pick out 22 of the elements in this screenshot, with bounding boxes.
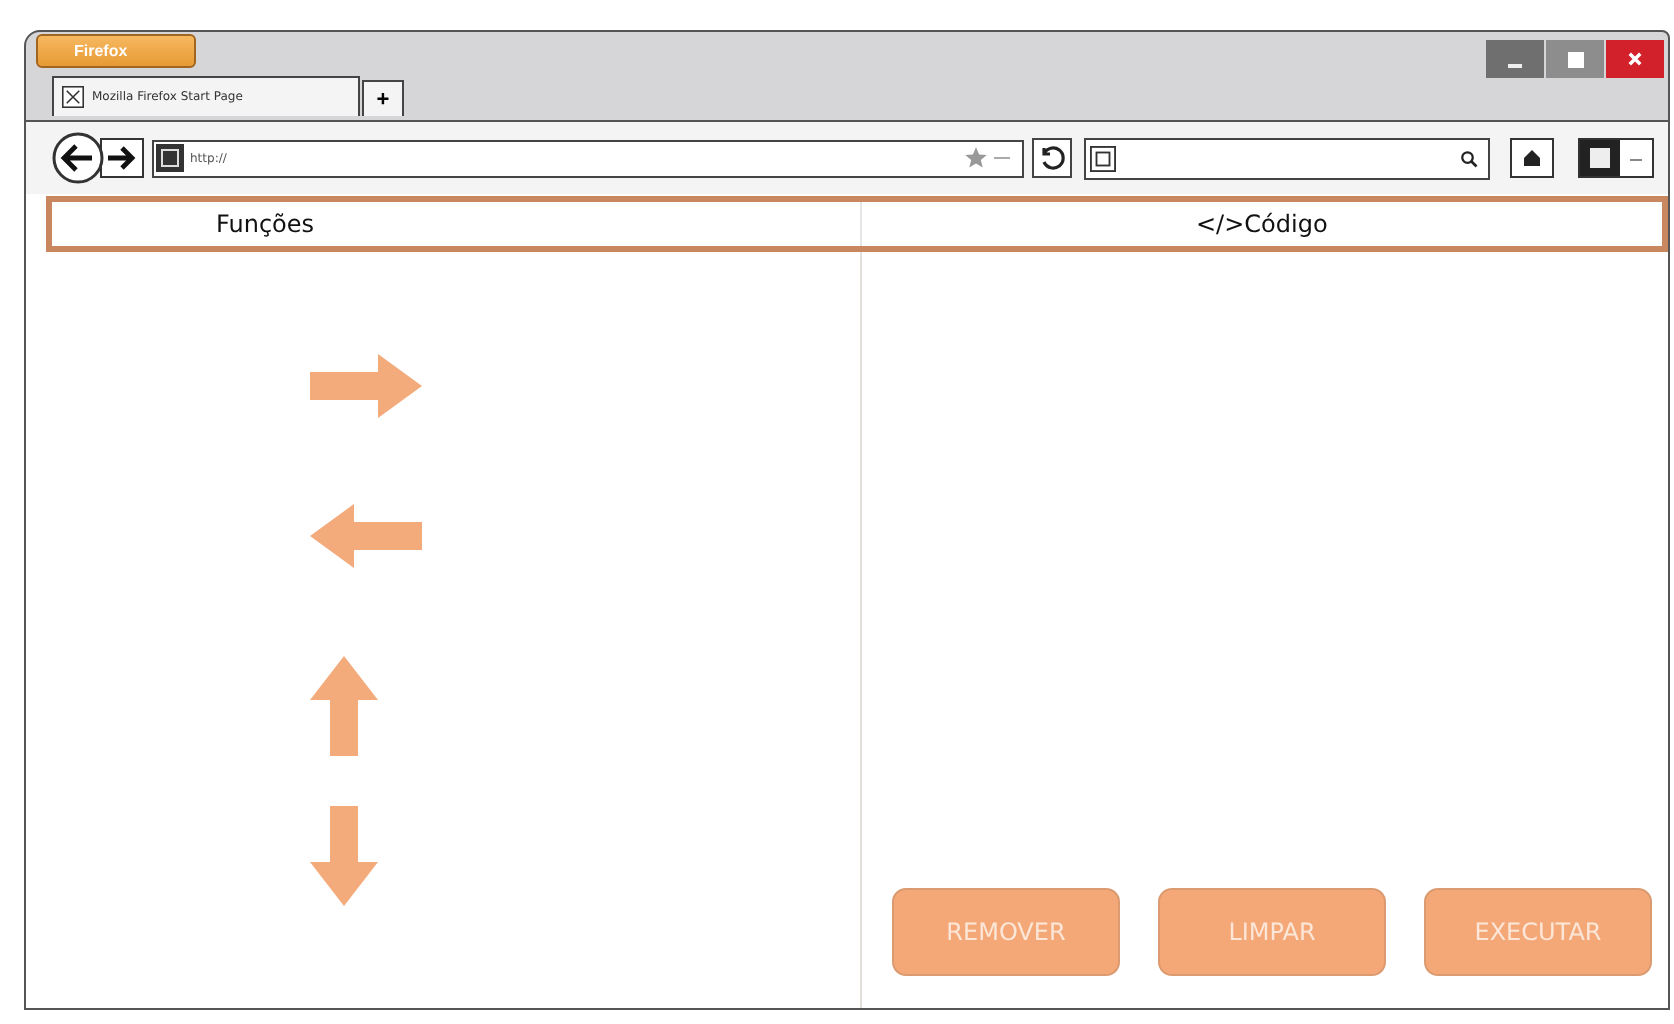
close-icon [1628, 52, 1642, 66]
action-button[interactable]: REMOVER [892, 888, 1120, 976]
home-icon[interactable] [1510, 138, 1554, 178]
site-icon [156, 144, 184, 172]
maximize-button[interactable] [1546, 40, 1604, 78]
action-button[interactable]: EXECUTAR [1424, 888, 1652, 976]
search-icon[interactable] [1460, 149, 1478, 167]
new-tab-button[interactable]: + [362, 80, 404, 116]
column-title: Funções [216, 210, 315, 238]
search-engine-icon[interactable] [1090, 145, 1116, 171]
favicon-icon [62, 86, 84, 108]
reload-icon[interactable] [1032, 138, 1072, 178]
menu-button[interactable]: Firefox [36, 34, 196, 68]
action-button[interactable]: LIMPAR [1158, 888, 1386, 976]
minimize-button[interactable] [1486, 40, 1544, 78]
forward-icon[interactable] [100, 138, 144, 178]
star-icon[interactable] [964, 146, 988, 170]
close-button[interactable] [1606, 40, 1664, 78]
back-icon[interactable] [52, 132, 104, 184]
bookmarks-icon[interactable] [1578, 138, 1654, 178]
search-field[interactable] [1084, 137, 1490, 179]
column-title: </>Código [1196, 210, 1328, 238]
